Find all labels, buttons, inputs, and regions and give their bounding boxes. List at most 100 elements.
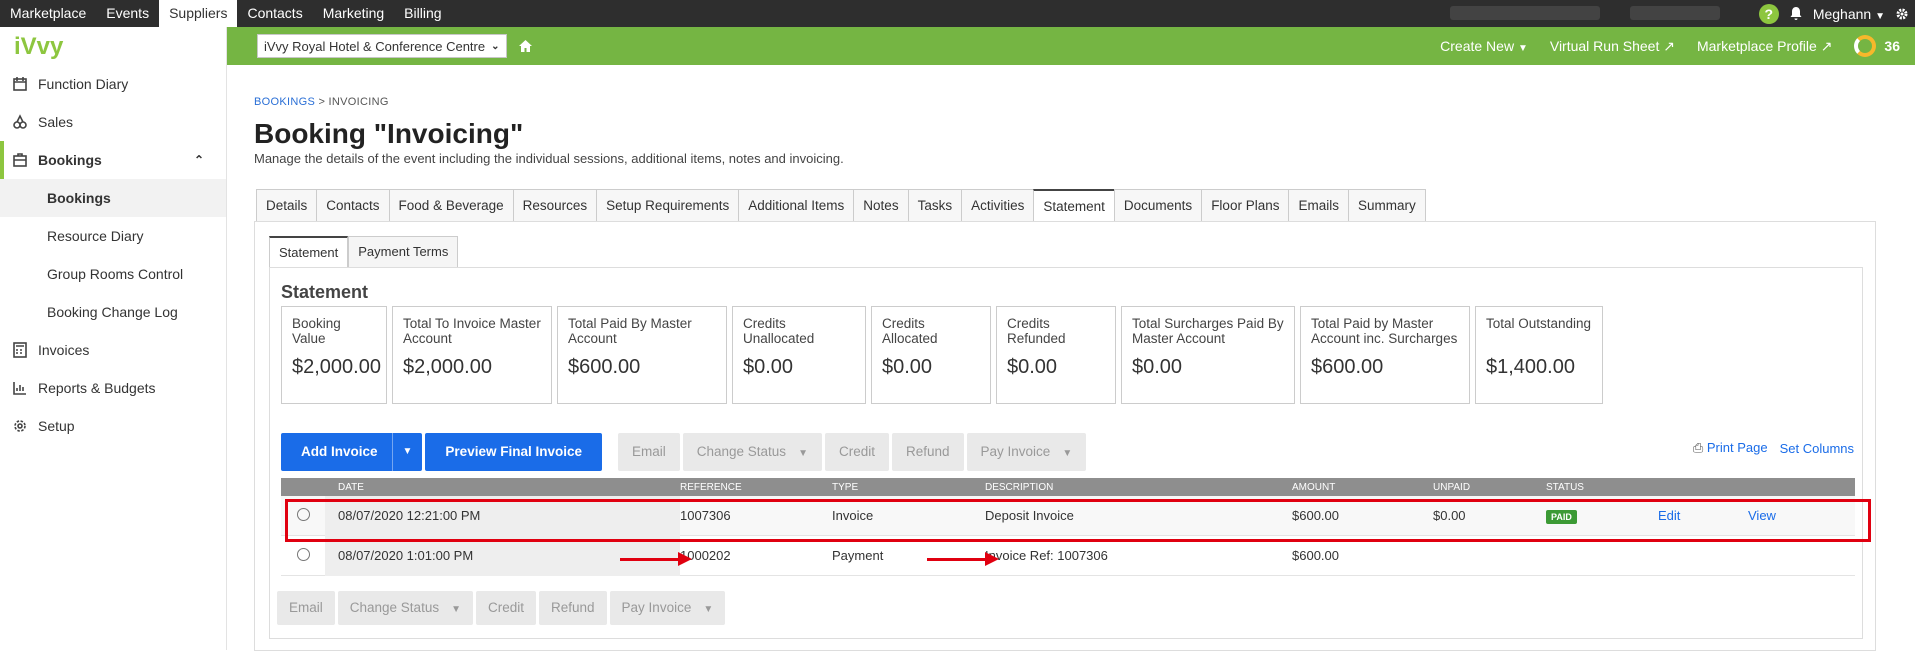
breadcrumb: BOOKINGS > INVOICING <box>254 96 1904 108</box>
sidebar-subitem-bookings[interactable]: Bookings <box>0 179 226 217</box>
header-unpaid[interactable]: UNPAID <box>1433 482 1546 493</box>
nav-marketing[interactable]: Marketing <box>313 0 394 27</box>
caret-down-icon: ▼ <box>1062 448 1073 459</box>
external-link-icon: ↗ <box>1820 37 1833 54</box>
sidebar-subitem-group-rooms-control[interactable]: Group Rooms Control <box>0 255 226 293</box>
tab-tasks[interactable]: Tasks <box>907 189 962 222</box>
create-new-button[interactable]: Create New ▼ <box>1440 38 1528 54</box>
score-value: 36 <box>1884 38 1900 54</box>
tab-notes[interactable]: Notes <box>853 189 908 222</box>
sidebar-item-bookings[interactable]: Bookings ⌃ <box>0 141 226 179</box>
refund-button[interactable]: Refund <box>539 591 607 625</box>
refund-button[interactable]: Refund <box>891 433 964 471</box>
cell-amount: $600.00 <box>1292 548 1339 563</box>
nav-marketplace[interactable]: Marketplace <box>0 0 96 27</box>
cell-reference: 1000202 <box>680 548 731 563</box>
virtual-run-sheet-link[interactable]: Virtual Run Sheet ↗ <box>1550 38 1675 55</box>
bell-icon[interactable] <box>1789 6 1803 21</box>
virtual-run-sheet-label: Virtual Run Sheet <box>1549 37 1660 54</box>
header-status[interactable]: STATUS <box>1546 482 1658 493</box>
tab-food-beverage[interactable]: Food & Beverage <box>388 189 513 222</box>
nav-suppliers[interactable]: Suppliers <box>159 0 238 27</box>
chart-icon <box>13 382 26 395</box>
score-widget[interactable]: 36 <box>1854 35 1900 57</box>
header-date[interactable]: DATE <box>325 482 680 493</box>
change-status-button[interactable]: Change Status ▼ <box>682 433 822 471</box>
help-icon[interactable]: ? <box>1758 3 1779 24</box>
sidebar-item-invoices[interactable]: Invoices <box>0 331 226 369</box>
nav-events[interactable]: Events <box>96 0 159 27</box>
card-total-surcharges: Total Surcharges Paid By Master Account $… <box>1121 306 1295 404</box>
tab-contacts[interactable]: Contacts <box>316 189 389 222</box>
change-status-label: Change Status <box>349 600 440 615</box>
preview-final-invoice-button[interactable]: Preview Final Invoice <box>425 433 602 471</box>
credit-button[interactable]: Credit <box>824 433 889 471</box>
sidebar-item-setup[interactable]: Setup <box>0 407 226 445</box>
nav-contacts[interactable]: Contacts <box>237 0 312 27</box>
pay-invoice-button[interactable]: Pay Invoice ▼ <box>609 591 726 625</box>
email-button[interactable]: Email <box>277 591 335 625</box>
set-columns-link[interactable]: Set Columns <box>1780 441 1854 456</box>
subtab-statement[interactable]: Statement <box>269 236 349 268</box>
tab-statement[interactable]: Statement <box>1033 189 1114 222</box>
card-value: $2,000.00 <box>292 356 381 378</box>
calendar-icon <box>13 77 27 91</box>
breadcrumb-current: INVOICING <box>328 96 389 108</box>
home-icon[interactable] <box>518 40 532 52</box>
table-row[interactable]: 08/07/2020 1:01:00 PM 1000202 Payment In… <box>281 535 1855 576</box>
logo[interactable]: iVvy <box>0 27 226 65</box>
subtab-payment-terms[interactable]: Payment Terms <box>348 236 459 268</box>
credit-button[interactable]: Credit <box>475 591 536 625</box>
tab-panel: Statement Payment Terms Statement Bookin… <box>254 221 1876 651</box>
breadcrumb-bookings[interactable]: BOOKINGS <box>254 96 315 108</box>
card-booking-value: Booking Value $2,000.00 <box>281 306 387 404</box>
sidebar-subitem-booking-change-log[interactable]: Booking Change Log <box>0 293 226 331</box>
sidebar-item-reports[interactable]: Reports & Budgets <box>0 369 226 407</box>
email-button[interactable]: Email <box>617 433 680 471</box>
pay-invoice-label: Pay Invoice <box>980 444 1051 459</box>
change-status-button[interactable]: Change Status ▼ <box>337 591 473 625</box>
card-credits-unallocated: Credits Unallocated $0.00 <box>732 306 866 404</box>
header-type[interactable]: TYPE <box>832 482 985 493</box>
header-description[interactable]: DESCRIPTION <box>985 482 1292 493</box>
print-page-link[interactable]: ⎙ Print Page <box>1693 440 1768 456</box>
calculator-icon <box>13 342 27 358</box>
chevron-down-icon: ⌄ <box>491 40 500 52</box>
card-credits-allocated: Credits Allocated $0.00 <box>871 306 991 404</box>
tab-emails[interactable]: Emails <box>1288 189 1348 222</box>
tab-summary[interactable]: Summary <box>1347 189 1426 222</box>
header-reference[interactable]: REFERENCE <box>680 482 832 493</box>
highlight-box <box>285 499 1871 542</box>
sidebar-item-function-diary[interactable]: Function Diary <box>0 65 226 103</box>
tab-additional-items[interactable]: Additional Items <box>738 189 854 222</box>
redacted-text <box>1450 6 1600 20</box>
card-label: Credits Unallocated <box>743 316 815 346</box>
tab-activities[interactable]: Activities <box>961 189 1034 222</box>
marketplace-profile-link[interactable]: Marketplace Profile ↗ <box>1697 38 1832 55</box>
row-radio[interactable] <box>296 547 310 561</box>
add-invoice-button[interactable]: Add Invoice ▼ <box>281 433 423 471</box>
tab-floor-plans[interactable]: Floor Plans <box>1201 189 1289 222</box>
pay-invoice-button[interactable]: Pay Invoice ▼ <box>966 433 1087 471</box>
tab-details[interactable]: Details <box>256 189 317 222</box>
nav-billing[interactable]: Billing <box>394 0 451 27</box>
tab-documents[interactable]: Documents <box>1113 189 1202 222</box>
sidebar-item-sales[interactable]: Sales <box>0 103 226 141</box>
card-label: Total Outstanding <box>1486 316 1592 331</box>
gear-icon[interactable] <box>1895 7 1909 21</box>
caret-down-icon: ▼ <box>451 604 461 615</box>
caret-down-icon[interactable]: ▼ <box>393 433 423 471</box>
sidebar-subitem-resource-diary[interactable]: Resource Diary <box>0 217 226 255</box>
tab-setup-requirements[interactable]: Setup Requirements <box>596 189 739 222</box>
header-amount[interactable]: AMOUNT <box>1292 482 1433 493</box>
venue-select[interactable]: iVvy Royal Hotel & Conference Centre ⌄ <box>257 34 507 58</box>
user-menu[interactable]: Meghann ▼ <box>1813 6 1885 22</box>
card-label: Total Surcharges Paid By Master Account <box>1132 316 1284 346</box>
pay-invoice-label: Pay Invoice <box>621 600 692 615</box>
create-new-label: Create New <box>1440 38 1515 54</box>
tab-resources[interactable]: Resources <box>512 189 597 222</box>
row-select <box>281 547 325 564</box>
card-value: $0.00 <box>743 356 794 378</box>
card-label: Total To Invoice Master Account <box>403 316 541 346</box>
